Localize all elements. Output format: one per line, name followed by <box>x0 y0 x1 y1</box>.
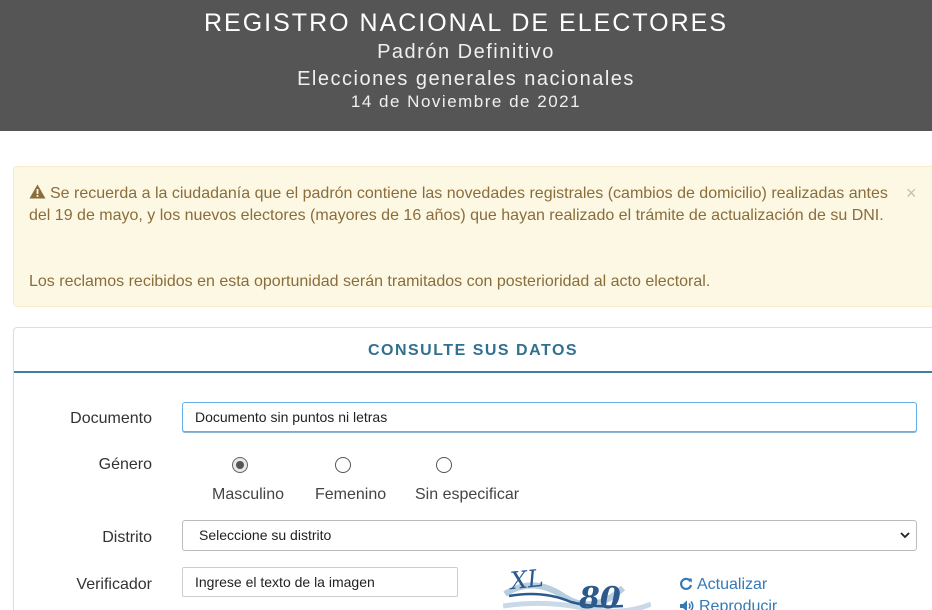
svg-text:80: 80 <box>578 581 621 610</box>
panel-title: CONSULTE SUS DATOS <box>367 342 579 359</box>
refresh-icon <box>680 577 693 590</box>
documento-input[interactable]: Documento sin puntos ni letras <box>182 402 917 432</box>
distrito-select[interactable]: Seleccione su distrito <box>182 520 917 551</box>
distrito-label: Distrito <box>102 529 152 546</box>
alert-text-1: Se recuerda a la ciudadanía que el padró… <box>29 185 888 224</box>
audio-label: Reproducir <box>699 598 778 610</box>
distrito-selected: Seleccione su distrito <box>199 527 332 543</box>
refresh-captcha-link[interactable]: Actualizar <box>679 576 767 594</box>
svg-text:XL: XL <box>507 566 545 595</box>
chevron-down-icon <box>900 532 910 539</box>
verificador-input[interactable]: Ingrese el texto de la imagen <box>182 567 458 597</box>
radio-label-femenino: Femenino <box>315 486 387 503</box>
panel-heading: CONSULTE SUS DATOS <box>14 328 932 373</box>
radio-label-masculino: Masculino <box>212 486 285 503</box>
documento-label: Documento <box>70 410 152 427</box>
radio-femenino[interactable] <box>335 457 351 473</box>
refresh-label: Actualizar <box>697 576 768 593</box>
page-title: REGISTRO NACIONAL DE ELECTORES <box>204 9 728 37</box>
warning-alert: Se recuerda a la ciudadanía que el padró… <box>13 166 932 307</box>
alert-paragraph-2: Los reclamos recibidos en esta oportunid… <box>29 273 711 290</box>
play-audio-link[interactable]: Reproducir <box>679 598 777 610</box>
verificador-label: Verificador <box>76 576 152 593</box>
volume-icon <box>680 600 694 610</box>
alert-paragraph-1: Se recuerda a la ciudadanía que el padró… <box>29 183 899 227</box>
election-date: 14 de Noviembre de 2021 <box>350 92 582 111</box>
radio-sin-especificar[interactable] <box>436 457 452 473</box>
page-subtitle: Padrón Definitivo <box>377 41 555 63</box>
close-icon[interactable]: × <box>906 183 917 203</box>
radio-label-sin-especificar: Sin especificar <box>415 486 520 503</box>
warning-icon <box>29 184 46 199</box>
captcha-image: XL 80 <box>503 566 651 610</box>
site-header: REGISTRO NACIONAL DE ELECTORES Padrón De… <box>0 0 932 131</box>
election-name: Elecciones generales nacionales <box>297 68 635 90</box>
radio-masculino[interactable] <box>232 457 248 473</box>
genero-label: Género <box>98 456 152 473</box>
